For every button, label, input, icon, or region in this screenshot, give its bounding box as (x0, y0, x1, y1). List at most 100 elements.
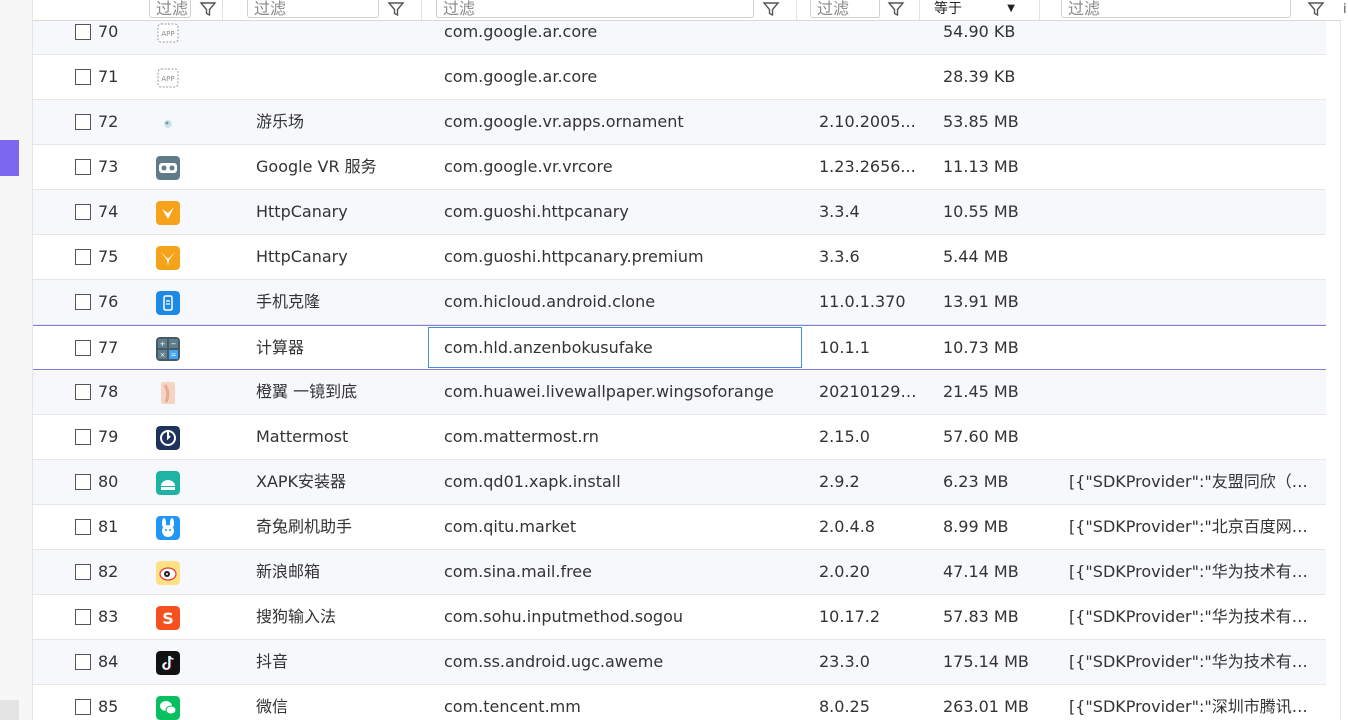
version-cell[interactable]: 2.9.2 (819, 460, 919, 504)
table-row[interactable]: 76 手机克隆 com.hicloud.android.clone 11.0.1.37… (33, 280, 1326, 325)
size-cell[interactable]: 28.39 KB (943, 55, 1053, 99)
package-name-cell[interactable]: com.guoshi.httpcanary (444, 190, 814, 234)
version-cell[interactable]: 10.1.1 (819, 326, 919, 370)
row-checkbox[interactable] (75, 159, 91, 175)
package-name-cell[interactable]: com.google.vr.vrcore (444, 145, 814, 189)
table-row[interactable]: 79 Mattermost com.mattermost.rn 2.15.0 57.60… (33, 415, 1326, 460)
sdk-info-cell[interactable] (1069, 326, 1321, 370)
app-name-cell[interactable]: XAPK安装器 (256, 460, 426, 504)
table-row[interactable]: 83 S 搜狗输入法 com.sohu.inputmethod.sogou 10.17.… (33, 595, 1326, 640)
row-checkbox[interactable] (75, 654, 91, 670)
table-row[interactable]: 78 橙翼 一镜到底 com.huawei.livewallpaper.wingso… (33, 370, 1326, 415)
table-row[interactable]: 85 微信 com.tencent.mm 8.0.25 263.01 MB [{"SDKP… (33, 685, 1326, 720)
app-name-cell[interactable]: Mattermost (256, 415, 426, 459)
row-checkbox[interactable] (75, 204, 91, 220)
package-name-cell[interactable]: com.ss.android.ugc.aweme (444, 640, 814, 684)
row-checkbox[interactable] (75, 429, 91, 445)
sdk-info-cell[interactable] (1069, 100, 1321, 144)
table-row[interactable]: 74 HttpCanary com.guoshi.httpcanary 3.3.4 10… (33, 190, 1326, 235)
app-name-cell[interactable]: 游乐场 (256, 100, 426, 144)
row-checkbox[interactable] (75, 564, 91, 580)
nav-active-indicator[interactable] (0, 140, 19, 176)
app-name-cell[interactable]: 橙翼 一镜到底 (256, 370, 426, 414)
version-cell[interactable]: 2.15.0 (819, 415, 919, 459)
row-checkbox[interactable] (75, 609, 91, 625)
table-row[interactable]: 73 Google VR 服务 com.google.vr.vrcore 1.23.2… (33, 145, 1326, 190)
sdk-info-cell[interactable] (1069, 370, 1321, 414)
version-cell[interactable] (819, 55, 919, 99)
app-name-cell[interactable] (256, 55, 426, 99)
name-filter-icon[interactable] (387, 0, 405, 18)
row-checkbox[interactable] (75, 384, 91, 400)
table-row[interactable]: 72 游乐场 com.google.vr.apps.ornament 2.10.200… (33, 100, 1326, 145)
sdk-info-cell[interactable]: [{"SDKProvider":"友盟同欣（北... (1069, 460, 1321, 504)
sdk-info-cell[interactable]: [{"SDKProvider":"华为技术有限... (1069, 550, 1321, 594)
size-cell[interactable]: 57.60 MB (943, 415, 1053, 459)
package-name-cell[interactable]: com.hicloud.android.clone (444, 280, 814, 324)
app-name-cell[interactable]: 微信 (256, 685, 426, 720)
app-name-cell[interactable]: 奇兔刷机助手 (256, 505, 426, 549)
version-cell[interactable]: 10.17.2 (819, 595, 919, 639)
table-row[interactable]: 77 + − × = 计算器 com.hld.anzenbokusufake 10.1.1 10… (33, 325, 1326, 370)
package-name-cell[interactable]: com.qitu.market (444, 505, 814, 549)
version-filter-input[interactable]: 过滤 (810, 0, 880, 18)
size-cell[interactable]: 6.23 MB (943, 460, 1053, 504)
column-separator[interactable] (222, 0, 223, 20)
sdk-filter-icon[interactable] (1307, 0, 1325, 18)
size-cell[interactable]: 53.85 MB (943, 100, 1053, 144)
package-filter-icon[interactable] (762, 0, 780, 18)
package-name-cell[interactable]: com.hld.anzenbokusufake (444, 326, 814, 370)
package-name-cell[interactable]: com.sohu.inputmethod.sogou (444, 595, 814, 639)
version-cell[interactable]: 1.23.2656... (819, 145, 919, 189)
table-row[interactable]: 71 APP com.google.ar.core 28.39 KB (33, 55, 1326, 100)
column-separator[interactable] (796, 0, 797, 20)
app-name-cell[interactable]: HttpCanary (256, 190, 426, 234)
package-name-cell[interactable]: com.tencent.mm (444, 685, 814, 720)
app-name-cell[interactable]: 新浪邮箱 (256, 550, 426, 594)
size-cell[interactable]: 175.14 MB (943, 640, 1053, 684)
num-filter-input[interactable]: 过滤 (149, 0, 191, 18)
table-row[interactable]: 75 HttpCanary com.guoshi.httpcanary.premiu… (33, 235, 1326, 280)
package-name-cell[interactable]: com.google.vr.apps.ornament (444, 100, 814, 144)
version-cell[interactable]: 23.3.0 (819, 640, 919, 684)
sdk-info-cell[interactable]: [{"SDKProvider":"华为技术有限... (1069, 640, 1321, 684)
sdk-info-cell[interactable] (1069, 415, 1321, 459)
version-cell[interactable]: 2.0.4.8 (819, 505, 919, 549)
row-checkbox[interactable] (75, 24, 91, 40)
version-cell[interactable]: 2.0.20 (819, 550, 919, 594)
sdk-info-cell[interactable]: [{"SDKProvider":"北京百度网讯... (1069, 505, 1321, 549)
row-checkbox[interactable] (75, 294, 91, 310)
column-separator[interactable] (919, 0, 920, 20)
row-checkbox[interactable] (75, 699, 91, 715)
sdk-info-cell[interactable] (1069, 280, 1321, 324)
column-separator[interactable] (1039, 0, 1040, 20)
size-cell[interactable]: 57.83 MB (943, 595, 1053, 639)
version-cell[interactable]: 3.3.4 (819, 190, 919, 234)
size-cell[interactable]: 263.01 MB (943, 685, 1053, 720)
row-checkbox[interactable] (75, 114, 91, 130)
table-row[interactable]: 84 抖音 com.ss.android.ugc.aweme 23.3.0 175.14… (33, 640, 1326, 685)
row-checkbox[interactable] (75, 519, 91, 535)
sdk-filter-input[interactable]: 过滤 (1061, 0, 1291, 18)
sdk-info-cell[interactable]: [{"SDKProvider":"深圳市腾讯计... (1069, 685, 1321, 720)
row-checkbox[interactable] (75, 249, 91, 265)
version-filter-icon[interactable] (887, 0, 905, 18)
size-filter-operator-select[interactable]: 等于 ▼ (934, 0, 1019, 18)
row-checkbox[interactable] (75, 474, 91, 490)
app-name-cell[interactable]: 计算器 (256, 326, 426, 370)
table-row[interactable]: 80 XAPK安装器 com.qd01.xapk.install 2.9.2 6.23 … (33, 460, 1326, 505)
sdk-info-cell[interactable] (1069, 55, 1321, 99)
row-checkbox[interactable] (75, 340, 91, 356)
package-name-cell[interactable]: com.mattermost.rn (444, 415, 814, 459)
sdk-info-cell[interactable] (1069, 145, 1321, 189)
app-name-cell[interactable]: 搜狗输入法 (256, 595, 426, 639)
sdk-info-cell[interactable] (1069, 190, 1321, 234)
column-separator[interactable] (421, 0, 422, 20)
size-cell[interactable]: 11.13 MB (943, 145, 1053, 189)
num-filter-icon[interactable] (199, 0, 217, 18)
version-cell[interactable]: 8.0.25 (819, 685, 919, 720)
app-name-cell[interactable]: Google VR 服务 (256, 145, 426, 189)
size-cell[interactable]: 10.55 MB (943, 190, 1053, 234)
table-row[interactable]: 82 新浪邮箱 com.sina.mail.free 2.0.20 47.14 MB [{… (33, 550, 1326, 595)
size-cell[interactable]: 47.14 MB (943, 550, 1053, 594)
